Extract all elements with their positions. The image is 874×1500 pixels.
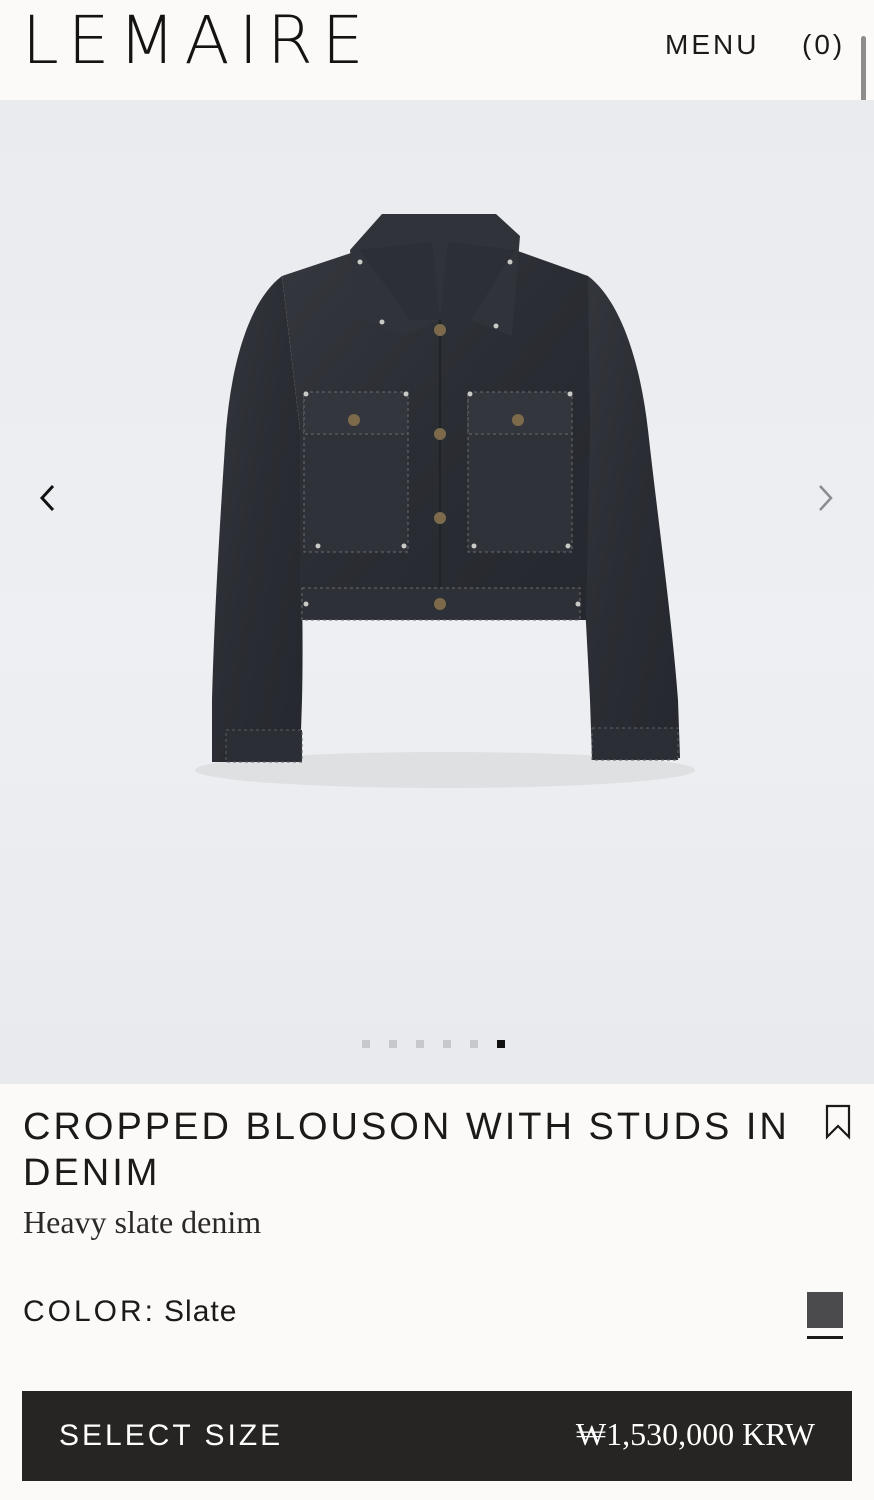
select-size-button[interactable]: SELECT SIZE ₩1,530,000 KRW — [22, 1391, 852, 1481]
chevron-right-icon — [819, 485, 833, 511]
product-title: CROPPED BLOUSON WITH STUDS IN DENIM — [23, 1106, 790, 1194]
gallery-dot[interactable] — [443, 1040, 451, 1048]
menu-button[interactable]: MENU — [665, 28, 759, 62]
select-size-label: SELECT SIZE — [59, 1419, 284, 1452]
product-subtitle: Heavy slate denim — [23, 1204, 262, 1240]
gallery-dot[interactable] — [389, 1040, 397, 1048]
gallery-dot[interactable] — [497, 1040, 505, 1048]
cart-button[interactable]: (0) — [802, 28, 845, 62]
product-image — [195, 214, 695, 788]
product-gallery[interactable] — [0, 100, 874, 1084]
bookmark-button[interactable] — [824, 1104, 852, 1140]
color-value: Slate — [164, 1295, 238, 1328]
chevron-left-icon — [39, 484, 55, 512]
color-swatch-slate[interactable] — [807, 1292, 843, 1328]
gallery-dot[interactable] — [362, 1040, 370, 1048]
site-header: LEMAIRE MENU (0) — [0, 0, 874, 100]
product-price: ₩1,530,000 KRW — [575, 1416, 815, 1452]
swatch-selected-indicator — [807, 1336, 843, 1339]
product-info: CROPPED BLOUSON WITH STUDS IN DENIM Heav… — [0, 1084, 874, 1500]
color-row: COLOR: Slate — [23, 1292, 237, 1332]
gallery-pagination — [362, 1040, 505, 1048]
bookmark-icon — [825, 1104, 851, 1140]
brand-logo[interactable]: LEMAIRE — [22, 6, 373, 76]
next-image-button[interactable] — [805, 478, 845, 518]
gallery-dot[interactable] — [470, 1040, 478, 1048]
previous-image-button[interactable] — [28, 478, 68, 518]
gallery-dot[interactable] — [416, 1040, 424, 1048]
color-label: COLOR: — [23, 1295, 157, 1328]
